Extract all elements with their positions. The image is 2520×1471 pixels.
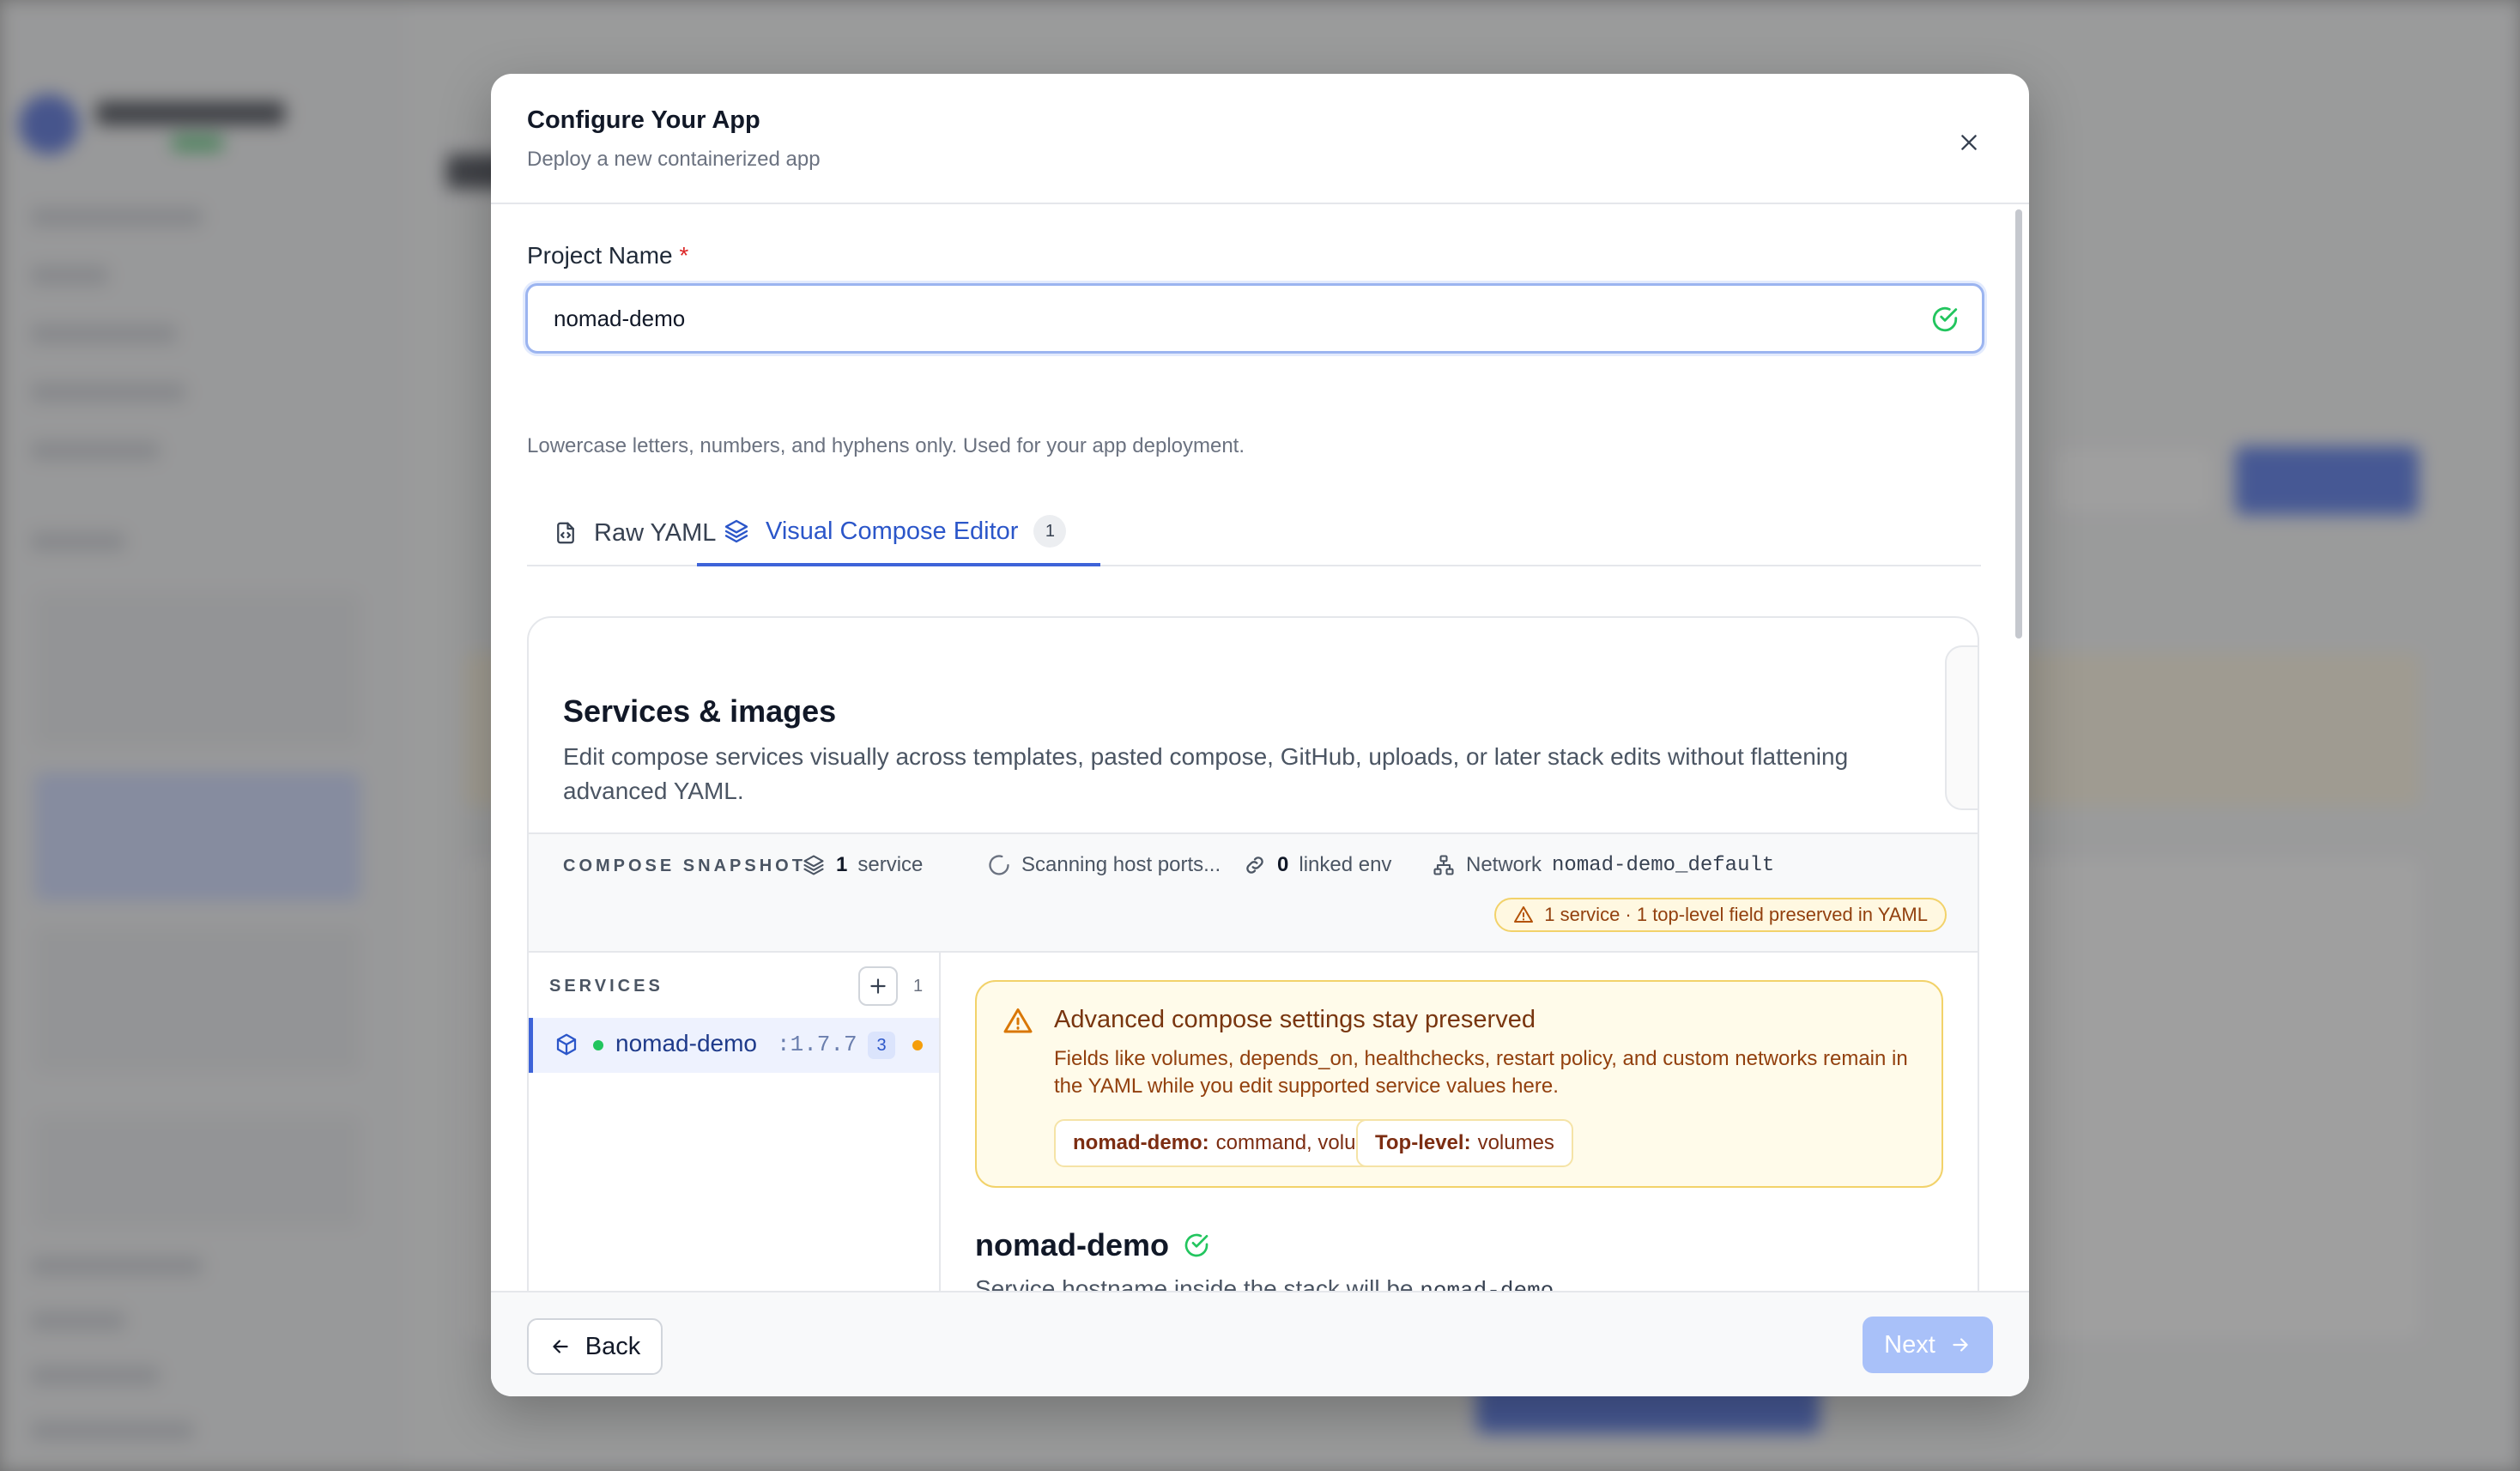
- service-status-dot: [593, 1040, 603, 1050]
- preserved-chip-top-level: Top-level: volumes: [1356, 1119, 1573, 1167]
- arrow-left-icon: [553, 1340, 568, 1353]
- tab-raw-yaml[interactable]: Raw YAML: [553, 499, 716, 566]
- project-name-input[interactable]: [554, 286, 1893, 351]
- modal-header: Configure Your App Deploy a new containe…: [491, 74, 2029, 204]
- modal-title: Configure Your App: [527, 106, 760, 134]
- snapshot-network: Network nomad-demo_default: [1432, 853, 1774, 877]
- service-hostname-description: Service hostname inside the stack will b…: [975, 1275, 1560, 1291]
- tab-visual-compose-editor[interactable]: Visual Compose Editor 1: [697, 499, 1100, 566]
- service-warning-dot: [912, 1040, 923, 1050]
- preserved-settings-callout: Advanced compose settings stay preserved…: [975, 980, 1943, 1188]
- required-marker: *: [679, 242, 689, 269]
- services-list-pane: SERVICES 1 nomad-demo :1.7.7 3: [529, 953, 941, 1291]
- snapshot-linked-env: 0 linked env: [1243, 853, 1391, 877]
- services-count: 1: [913, 977, 924, 996]
- service-detail-pane: Advanced compose settings stay preserved…: [941, 953, 1978, 1291]
- callout-title: Advanced compose settings stay preserved: [1054, 1006, 1536, 1033]
- snapshot-port-scan: Scanning host ports...: [987, 853, 1221, 877]
- check-circle-icon: [1184, 1233, 1209, 1257]
- warning-icon: [1003, 1008, 1033, 1033]
- callout-body: Fields like volumes, depends_on, healthc…: [1054, 1047, 1908, 1098]
- network-name: nomad-demo_default: [1552, 853, 1775, 877]
- service-name: nomad-demo: [615, 1030, 757, 1056]
- snapshot-label: COMPOSE SNAPSHOT: [563, 857, 806, 875]
- add-service-button[interactable]: [858, 966, 898, 1006]
- check-circle-icon: [1932, 306, 1958, 332]
- service-hostname: nomad-demo: [1420, 1278, 1554, 1291]
- tab-visual-compose-label: Visual Compose Editor: [766, 517, 1019, 545]
- next-button[interactable]: Next: [1863, 1317, 1993, 1373]
- modal-scrollbar[interactable]: [2015, 209, 2022, 639]
- service-count-badge: 3: [868, 1032, 895, 1059]
- warning-icon: [1514, 906, 1534, 923]
- project-name-field[interactable]: [525, 283, 1984, 354]
- service-list-item[interactable]: nomad-demo :1.7.7 3: [529, 1018, 939, 1073]
- modal-subtitle: Deploy a new containerized app: [527, 148, 821, 171]
- side-panel-peek[interactable]: [1945, 645, 1978, 810]
- cube-icon: [556, 1033, 577, 1056]
- service-image-tag: :1.7.7: [777, 1032, 857, 1057]
- editor-tabs: Raw YAML Visual Compose Editor 1: [527, 499, 1981, 566]
- project-name-label: Project Name *: [527, 242, 689, 269]
- close-icon: [1961, 135, 1977, 150]
- compose-snapshot-bar: COMPOSE SNAPSHOT 1 service Scanning host…: [529, 832, 1978, 953]
- snapshot-services: 1 service: [802, 853, 923, 877]
- project-name-help: Lowercase letters, numbers, and hyphens …: [527, 434, 1245, 457]
- layers-icon: [803, 855, 824, 875]
- editor-title: Services & images: [563, 693, 837, 729]
- loading-spinner-icon: [989, 855, 1009, 875]
- editor-description: Edit compose services visually across te…: [563, 743, 1849, 804]
- back-button[interactable]: Back: [527, 1318, 663, 1375]
- plus-icon: [870, 978, 886, 994]
- link-icon: [1246, 857, 1263, 874]
- modal-body: Project Name * Lowercase letters, number…: [491, 204, 2029, 1291]
- service-detail-title: nomad-demo: [975, 1227, 1210, 1263]
- layers-icon: [724, 519, 748, 543]
- configure-app-modal: Configure Your App Deploy a new containe…: [491, 74, 2029, 1396]
- modal-footer: Back Next: [491, 1291, 2029, 1396]
- file-code-icon: [557, 522, 574, 544]
- tab-count-badge: 1: [1033, 515, 1067, 548]
- network-icon: [1433, 855, 1454, 875]
- services-header: SERVICES: [549, 977, 663, 996]
- compose-editor-panel: Services & images Edit compose services …: [527, 616, 1979, 1291]
- arrow-right-icon: [1953, 1338, 1968, 1352]
- preserved-fields-badge: 1 service · 1 top-level field preserved …: [1494, 898, 1947, 932]
- close-button[interactable]: [1947, 120, 1991, 165]
